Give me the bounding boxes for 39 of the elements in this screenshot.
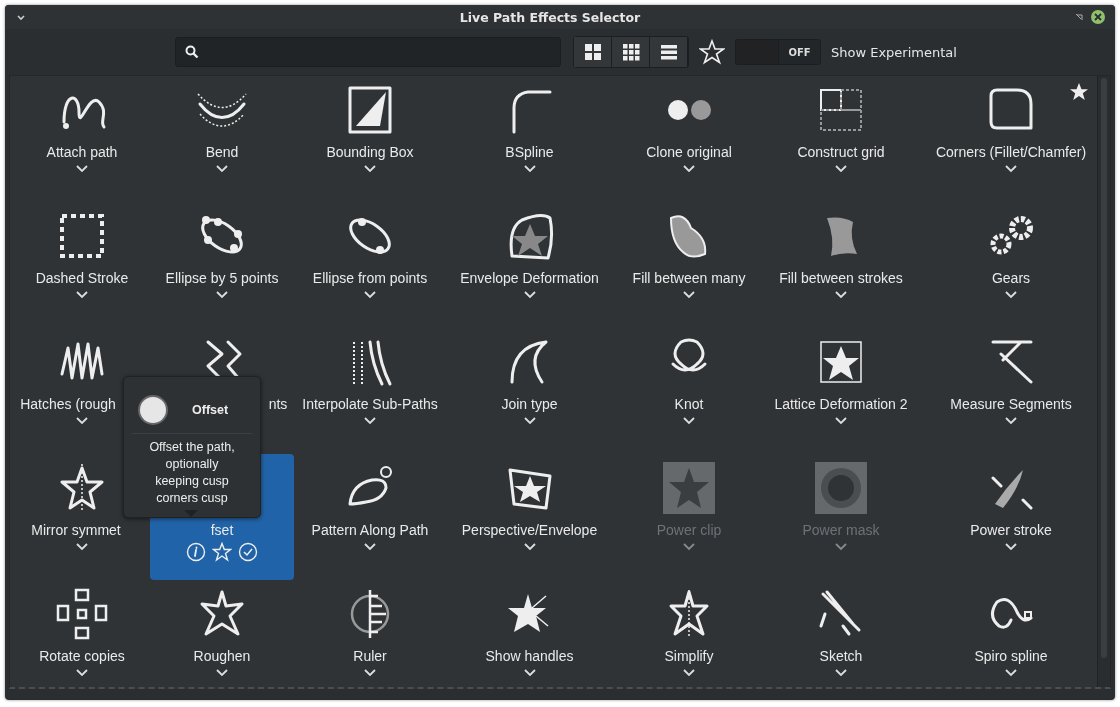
effect-label: Bend — [205, 144, 239, 160]
effect-label: Spiro spline — [974, 648, 1048, 664]
effect-label: Envelope Deformation — [460, 270, 599, 286]
effect-label: Fill between many — [632, 270, 746, 286]
effect-label: Join type — [501, 396, 558, 412]
effect-label: Roughen — [193, 648, 251, 664]
effect-label: Perspective/Envelope — [461, 522, 598, 538]
effect-label: Ellipse by 5 points — [165, 270, 279, 286]
toggle-label: Show Experimental — [831, 44, 957, 60]
effect-label: Dashed Stroke — [35, 270, 129, 286]
effect-label: Measure Segments — [950, 396, 1072, 412]
effect-label: Power clip — [656, 522, 722, 538]
effect-label: Show handles — [485, 648, 574, 664]
effect-label: Power mask — [802, 522, 880, 538]
effect-label: fset — [210, 522, 234, 538]
effect-label: Corners (Fillet/Chamfer) — [935, 144, 1087, 160]
tooltip-title: Offset — [192, 403, 229, 417]
effect-label: BSpline — [505, 144, 554, 160]
effect-label: Clone original — [646, 144, 732, 160]
effect-label: nts — [268, 396, 288, 412]
tooltip-text: Offset the path, optionally keeping cusp corners cusp — [148, 439, 236, 507]
effect-label: Pattern Along Path — [311, 522, 429, 538]
effect-label: Attach path — [46, 144, 118, 160]
effect-label: Ellipse from points — [312, 270, 428, 286]
effect-label: Lattice Deformation 2 — [774, 396, 908, 412]
effect-label: Mirror symmet — [31, 522, 121, 538]
effect-label: Bounding Box — [326, 144, 414, 160]
effect-label: Sketch — [819, 648, 863, 664]
effect-label: Construct grid — [797, 144, 885, 160]
effect-label: Interpolate Sub-Paths — [302, 396, 438, 412]
effect-label: Knot — [674, 396, 704, 412]
effect-label: Fill between strokes — [779, 270, 903, 286]
effect-label: Power stroke — [970, 522, 1052, 538]
effect-label: Gears — [991, 270, 1031, 286]
effect-label: Rotate copies — [39, 648, 125, 664]
window-title: Live Path Effects Selector — [459, 9, 641, 25]
effect-label: Simplify — [664, 648, 714, 664]
effect-label: Ruler — [353, 648, 387, 664]
effect-label: Hatches (rough — [20, 396, 116, 412]
